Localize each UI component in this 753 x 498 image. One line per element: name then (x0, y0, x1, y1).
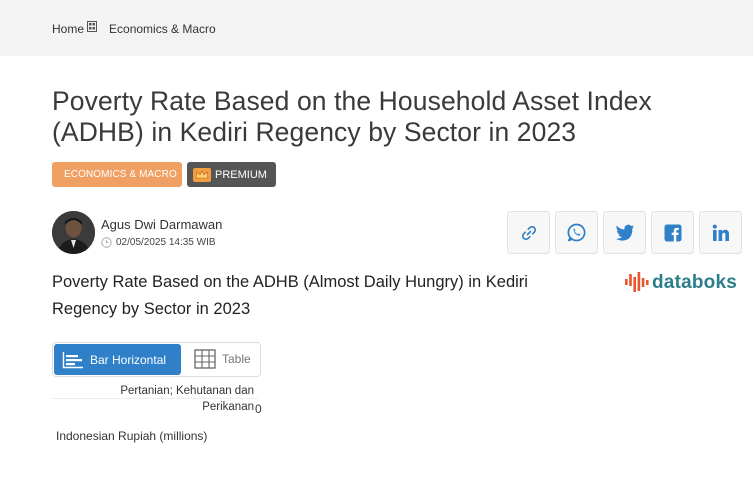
bar-horizontal-label: Bar Horizontal (90, 352, 167, 367)
crown-icon (193, 167, 211, 182)
breadcrumb-category-link[interactable]: Economics & Macro (109, 22, 216, 36)
chart-axis-line (52, 398, 258, 399)
whatsapp-icon (567, 223, 586, 242)
chart-title: Poverty Rate Based on the ADHB (Almost D… (52, 273, 528, 318)
share-linkedin-button[interactable] (699, 211, 742, 254)
premium-label: PREMIUM (215, 168, 267, 181)
table-view-button[interactable]: Table (194, 349, 251, 369)
databoks-logo: databoks (625, 270, 737, 296)
chart-unit-label: Indonesian Rupiah (millions) (56, 429, 208, 443)
author-name[interactable]: Agus Dwi Darmawan (101, 217, 222, 232)
breadcrumb: Home Economics & Macro (52, 20, 216, 36)
twitter-icon (615, 224, 634, 241)
date-text: 02/05/2025 14:35 WIB (116, 237, 216, 248)
table-icon (194, 349, 216, 369)
facebook-icon (664, 224, 681, 241)
publish-date: 02/05/2025 14:35 WIB (101, 237, 216, 248)
databoks-logo-icon (625, 272, 649, 292)
chart-view-toggle: Bar Horizontal Table (52, 342, 261, 377)
linkedin-icon (712, 224, 729, 241)
share-facebook-button[interactable] (651, 211, 694, 254)
table-view-label: Table (222, 352, 251, 366)
link-icon (521, 225, 536, 240)
chart-value-label: 0 (255, 402, 262, 416)
bar-horizontal-view-button[interactable]: Bar Horizontal (54, 344, 181, 375)
bar-chart-icon (62, 351, 83, 368)
clock-icon (101, 237, 112, 248)
share-twitter-button[interactable] (603, 211, 646, 254)
copy-link-button[interactable] (507, 211, 550, 254)
breadcrumb-separator-icon (87, 20, 98, 32)
category-tag[interactable]: ECONOMICS & MACRO (52, 162, 182, 187)
page-title: Poverty Rate Based on the Household Asse… (52, 86, 652, 147)
databoks-logo-text: databoks (652, 272, 738, 293)
chart-category-label: Pertanian; Kehutanan dan Perikanan (120, 385, 254, 413)
author-avatar[interactable] (52, 211, 95, 254)
breadcrumb-home-link[interactable]: Home (52, 22, 84, 36)
premium-tag: PREMIUM (187, 162, 276, 187)
share-whatsapp-button[interactable] (555, 211, 598, 254)
top-bar: Home Economics & Macro (0, 0, 753, 56)
